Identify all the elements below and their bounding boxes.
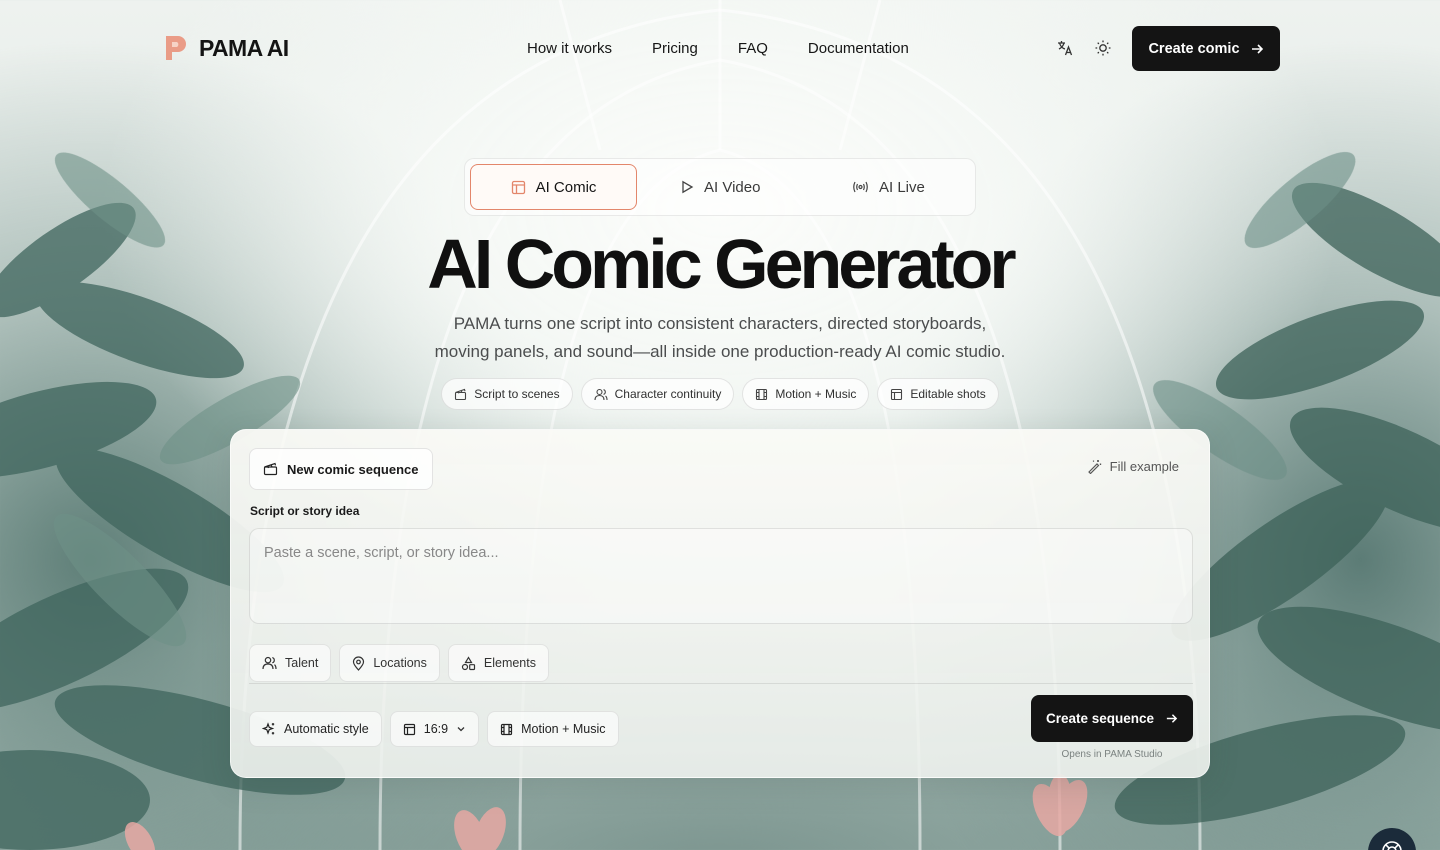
film-icon <box>756 388 768 400</box>
locations-button[interactable]: Locations <box>339 644 440 682</box>
arrow-right-icon <box>1251 43 1263 54</box>
opens-in-studio-note: Opens in PAMA Studio <box>1061 749 1163 760</box>
layout-icon <box>403 723 415 735</box>
tab-ai-comic[interactable]: AI Comic <box>470 164 637 210</box>
generation-options: Automatic style 16:9 Motion + Music <box>249 711 619 747</box>
new-comic-sequence-button[interactable]: New comic sequence <box>249 448 433 490</box>
nav-link-how-it-works[interactable]: How it works <box>507 38 632 59</box>
divider <box>249 683 1193 684</box>
feature-chip-label: Editable shots <box>910 387 986 401</box>
tab-ai-video[interactable]: AI Video <box>680 164 760 210</box>
brand-logo[interactable]: PAMA AI <box>163 34 289 62</box>
nav-link-faq[interactable]: FAQ <box>718 38 788 59</box>
brand-name: PAMA AI <box>199 34 289 61</box>
clapper-icon <box>263 462 278 476</box>
asset-buttons: Talent Locations Elements <box>249 644 549 682</box>
nav-link-documentation[interactable]: Documentation <box>788 38 929 59</box>
magic-wand-icon <box>1087 460 1101 474</box>
pama-logo-icon <box>166 36 186 60</box>
create-sequence-button[interactable]: Create sequence <box>1031 695 1193 742</box>
feature-chip-label: Character continuity <box>614 387 722 401</box>
feature-chip-editable-shots: Editable shots <box>877 378 999 410</box>
aspect-ratio-label: 16:9 <box>423 722 449 736</box>
feature-chip-motion-music: Motion + Music <box>742 378 870 410</box>
create-comic-button[interactable]: Create comic <box>1132 26 1280 71</box>
create-comic-label: Create comic <box>1148 40 1240 57</box>
sequence-button-label: New comic sequence <box>287 461 419 477</box>
product-tabs: AI Comic AI Video AI Live <box>464 158 976 216</box>
sun-icon[interactable] <box>1091 36 1115 60</box>
hero-subtitle-line1: PAMA turns one script into consistent ch… <box>453 314 987 333</box>
arrow-right-icon <box>1166 714 1178 723</box>
film-icon <box>501 723 513 735</box>
script-input[interactable] <box>249 528 1193 624</box>
motion-music-toggle[interactable]: Motion + Music <box>487 711 619 747</box>
elements-label: Elements <box>483 656 536 670</box>
talent-button[interactable]: Talent <box>249 644 332 682</box>
feature-chip-label: Script to scenes <box>474 387 560 401</box>
aspect-ratio-select[interactable]: 16:9 <box>389 711 480 747</box>
composer-panel: New comic sequence Fill example Script o… <box>230 429 1210 778</box>
feature-chip-script-to-scenes: Script to scenes <box>441 378 573 410</box>
tab-ai-live[interactable]: AI Live <box>852 164 925 210</box>
broadcast-icon <box>853 181 868 193</box>
users-icon <box>594 388 608 400</box>
nav-links: How it works Pricing FAQ Documentation <box>507 38 929 59</box>
tab-ai-live-label: AI Live <box>879 178 925 196</box>
layout-icon <box>511 180 525 194</box>
style-select[interactable]: Automatic style <box>249 711 382 747</box>
translate-icon[interactable] <box>1053 36 1077 60</box>
feature-chip-character-continuity: Character continuity <box>580 378 735 410</box>
style-select-label: Automatic style <box>284 722 369 736</box>
fill-example-button[interactable]: Fill example <box>1087 459 1179 474</box>
motion-music-label: Motion + Music <box>521 722 606 736</box>
support-chat-button[interactable] <box>1368 828 1416 850</box>
elements-button[interactable]: Elements <box>447 644 549 682</box>
locations-label: Locations <box>373 656 427 670</box>
feature-chip-label: Motion + Music <box>775 387 857 401</box>
nav-link-pricing[interactable]: Pricing <box>632 38 718 59</box>
top-nav: PAMA AI How it works Pricing FAQ Documen… <box>0 0 1440 96</box>
create-sequence-label: Create sequence <box>1045 711 1155 726</box>
tab-ai-comic-label: AI Comic <box>535 178 597 196</box>
map-pin-icon <box>353 655 365 671</box>
play-icon <box>682 180 694 194</box>
feature-chips: Script to scenes Character continuity Mo… <box>0 378 1440 410</box>
clapper-icon <box>455 388 467 400</box>
fill-example-label: Fill example <box>1109 459 1179 474</box>
users-icon <box>262 656 277 670</box>
script-label: Script or story idea <box>250 504 360 518</box>
chevron-down-icon <box>457 727 465 732</box>
sparkles-icon <box>262 722 275 735</box>
hero-subtitle: PAMA turns one script into consistent ch… <box>420 310 1020 366</box>
layout-icon <box>891 388 903 400</box>
tab-ai-video-label: AI Video <box>704 178 761 196</box>
hero-subtitle-line2: moving panels, and sound—all inside one … <box>434 342 1006 361</box>
shapes-icon <box>461 655 475 670</box>
lifebuoy-icon <box>1382 841 1402 850</box>
page-title: AI Comic Generator <box>427 225 1016 303</box>
talent-label: Talent <box>285 656 319 670</box>
